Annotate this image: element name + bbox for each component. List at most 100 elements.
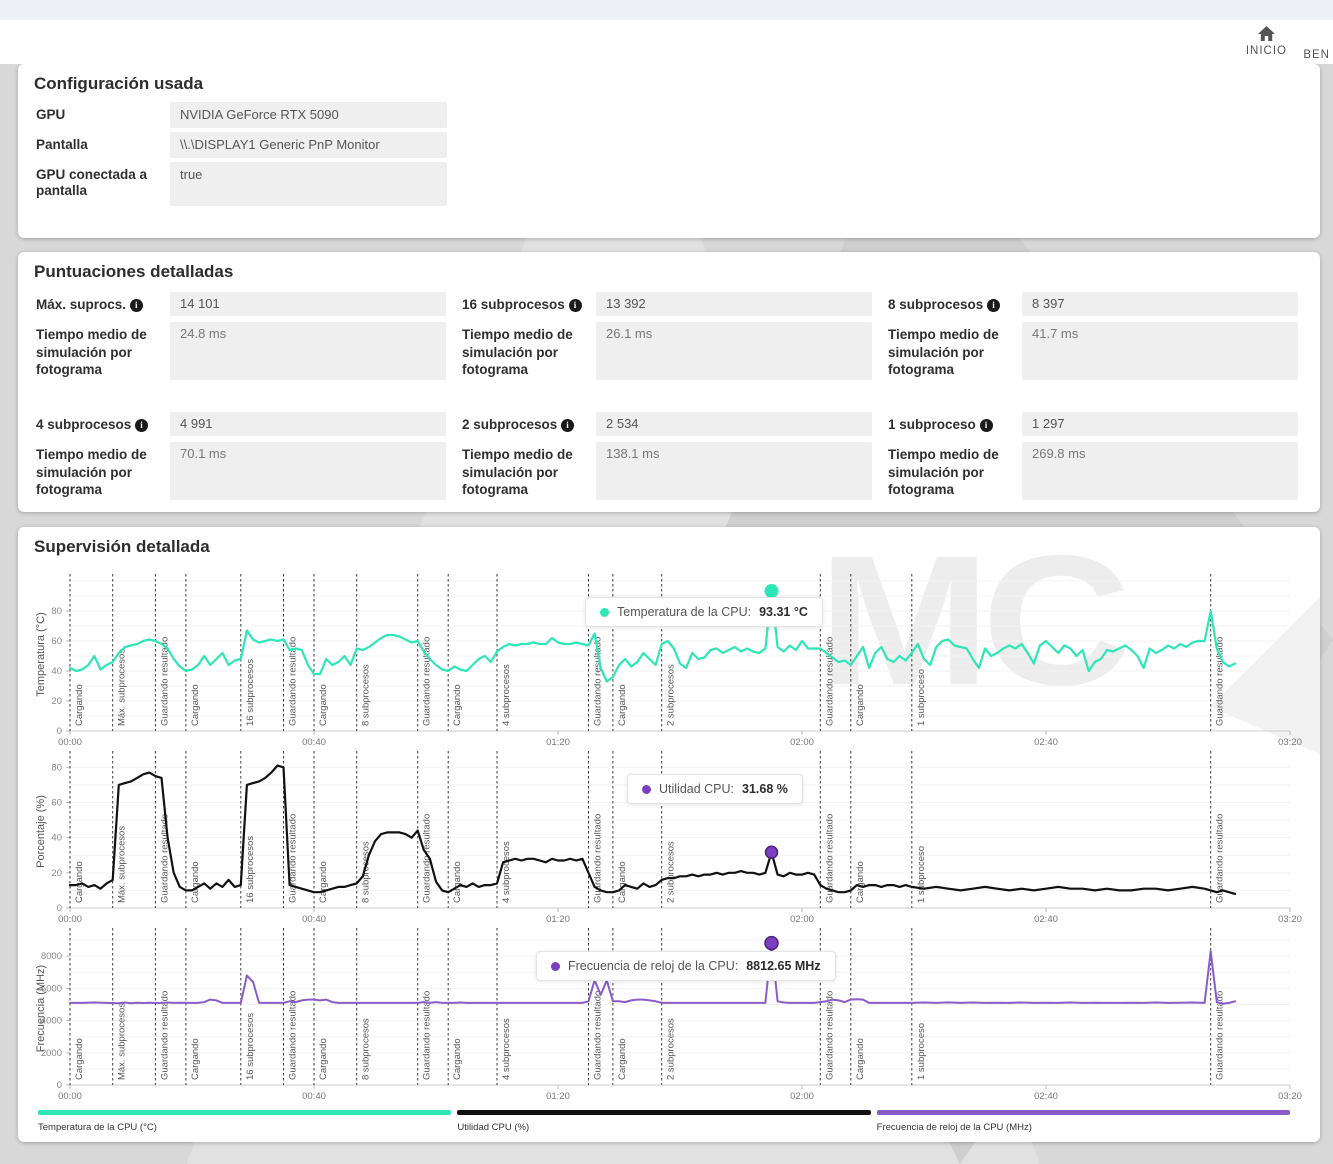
svg-text:40: 40 <box>51 833 62 844</box>
home-icon <box>1257 26 1275 41</box>
svg-text:Cargando: Cargando <box>74 684 85 726</box>
score-value: 4 991 <box>170 412 446 436</box>
frame-time-value: 70.1 ms <box>170 442 446 500</box>
score-row: 4 subprocesos i4 991 <box>36 412 446 436</box>
svg-text:16 subprocesos: 16 subprocesos <box>245 836 256 903</box>
svg-text:Máx. subprocesos: Máx. subprocesos <box>117 826 128 903</box>
config-row-display: Pantalla \\.\DISPLAY1 Generic PnP Monito… <box>36 132 447 158</box>
legend-label: Utilidad CPU (%) <box>457 1122 530 1133</box>
svg-text:0: 0 <box>57 903 62 914</box>
svg-text:Cargando: Cargando <box>452 684 463 726</box>
svg-text:00:40: 00:40 <box>302 914 326 925</box>
svg-text:03:20: 03:20 <box>1278 1091 1302 1102</box>
svg-text:8000: 8000 <box>41 951 62 962</box>
svg-text:Cargando: Cargando <box>855 861 866 903</box>
tooltip-value: 31.68 % <box>742 782 788 796</box>
svg-text:2 subprocesos: 2 subprocesos <box>666 664 677 726</box>
svg-text:Frecuencia (MHz): Frecuencia (MHz) <box>35 965 47 1052</box>
svg-text:60: 60 <box>51 636 62 647</box>
svg-text:Cargando: Cargando <box>617 684 628 726</box>
svg-text:2 subprocesos: 2 subprocesos <box>666 1018 677 1080</box>
purple-dot-icon <box>551 961 560 971</box>
frame-time-label: Tiempo medio de simulación por fotograma <box>36 447 147 498</box>
svg-text:03:20: 03:20 <box>1278 914 1302 925</box>
score-cell: Máx. suprocs. i 14 101 Tiempo medio de sim… <box>36 292 446 386</box>
info-icon[interactable]: i <box>979 419 993 432</box>
svg-text:Porcentaje (%): Porcentaje (%) <box>35 795 47 868</box>
svg-text:16 subprocesos: 16 subprocesos <box>245 1013 256 1080</box>
frame-time-label: Tiempo medio de simulación por fotograma <box>888 447 999 498</box>
legend-item-temperature[interactable]: Temperatura de la CPU (°C) <box>38 1110 452 1133</box>
frame-time-label: Tiempo medio de simulación por fotograma <box>462 447 573 498</box>
svg-text:Cargando: Cargando <box>452 1038 463 1080</box>
svg-text:Cargando: Cargando <box>74 1038 85 1080</box>
legend-label: Frecuencia de reloj de la CPU (MHz) <box>876 1122 1032 1133</box>
score-row: 2 subprocesos i2 534 <box>462 412 872 436</box>
svg-text:Guardando resultado: Guardando resultado <box>159 991 170 1080</box>
score-label: 4 subprocesos i <box>36 412 170 436</box>
svg-text:Cargando: Cargando <box>617 861 628 903</box>
legend-label: Temperatura de la CPU (°C) <box>38 1122 157 1133</box>
nav-benchmarks-link[interactable]: BEN <box>1303 49 1330 61</box>
svg-text:8 subprocesos: 8 subprocesos <box>361 1018 372 1080</box>
legend-bar <box>38 1110 452 1115</box>
score-label: 2 subprocesos i <box>462 412 596 436</box>
score-cell: 1 subproceso i1 297 Tiempo medio de simul… <box>888 412 1298 506</box>
svg-text:Cargando: Cargando <box>318 861 329 903</box>
svg-text:Guardando resultado: Guardando resultado <box>593 991 604 1080</box>
svg-text:02:00: 02:00 <box>790 914 814 925</box>
tooltip-label: Frecuencia de reloj de la CPU: <box>568 959 739 973</box>
svg-text:4 subprocesos: 4 subprocesos <box>501 841 512 903</box>
monitoring-title: Supervisión detallada <box>34 537 210 556</box>
frame-time-value: 41.7 ms <box>1022 322 1298 380</box>
svg-text:0: 0 <box>57 726 62 737</box>
svg-text:8 subprocesos: 8 subprocesos <box>361 664 372 726</box>
frame-time-value: 138.1 ms <box>596 442 872 500</box>
frequency-tooltip: Frecuencia de reloj de la CPU: 8812.65 M… <box>536 951 836 981</box>
svg-text:1 subproceso: 1 subproceso <box>916 1023 927 1080</box>
config-value: true <box>170 162 447 206</box>
svg-text:Guardando resultado: Guardando resultado <box>159 814 170 903</box>
config-row-gpu: GPU NVIDIA GeForce RTX 5090 <box>36 102 447 128</box>
svg-text:02:40: 02:40 <box>1034 1091 1058 1102</box>
svg-text:Cargando: Cargando <box>617 1038 628 1080</box>
score-label: 8 subprocesos i <box>888 292 1022 316</box>
info-icon[interactable]: i <box>561 419 575 432</box>
config-row-gpu-connected: GPU conectada a pantalla true <box>36 162 447 206</box>
svg-text:Guardando resultado: Guardando resultado <box>422 991 433 1080</box>
svg-text:20: 20 <box>51 696 62 707</box>
svg-text:Cargando: Cargando <box>74 861 85 903</box>
tooltip-label: Temperatura de la CPU: <box>617 605 752 619</box>
legend-bar <box>457 1110 871 1115</box>
info-icon[interactable]: i <box>129 299 143 312</box>
config-value: NVIDIA GeForce RTX 5090 <box>170 102 447 128</box>
nav-home-link[interactable]: INICIO <box>1246 26 1287 57</box>
score-value: 14 101 <box>170 292 446 316</box>
chart-legend: Temperatura de la CPU (°C) Utilidad CPU … <box>38 1110 1290 1133</box>
frame-time-label: Tiempo medio de simulación por fotograma <box>36 327 147 378</box>
utilization-tooltip: Utilidad CPU: 31.68 % <box>627 774 803 804</box>
svg-text:00:00: 00:00 <box>58 1091 82 1102</box>
score-cell: 2 subprocesos i2 534 Tiempo medio de simu… <box>462 412 872 506</box>
info-icon[interactable]: i <box>135 419 149 432</box>
score-cell: 8 subprocesos i8 397 Tiempo medio de simu… <box>888 292 1298 386</box>
svg-text:01:20: 01:20 <box>546 737 570 748</box>
frame-time-row: Tiempo medio de simulación por fotograma… <box>36 442 446 500</box>
score-row: 8 subprocesos i8 397 <box>888 292 1298 316</box>
svg-text:03:20: 03:20 <box>1278 737 1302 748</box>
tooltip-value: 8812.65 MHz <box>746 959 821 973</box>
svg-text:Máx. subprocesos: Máx. subprocesos <box>117 1003 128 1080</box>
info-icon[interactable]: i <box>568 299 582 312</box>
frame-time-value: 26.1 ms <box>596 322 872 380</box>
svg-text:00:40: 00:40 <box>302 1091 326 1102</box>
config-label: GPU <box>36 107 66 122</box>
purple-dot-icon <box>642 784 651 794</box>
legend-item-frequency[interactable]: Frecuencia de reloj de la CPU (MHz) <box>876 1110 1290 1133</box>
svg-text:00:00: 00:00 <box>58 914 82 925</box>
legend-item-utilization[interactable]: Utilidad CPU (%) <box>457 1110 871 1133</box>
frame-time-label: Tiempo medio de simulación por fotograma <box>462 327 573 378</box>
svg-text:Cargando: Cargando <box>855 684 866 726</box>
frame-time-label: Tiempo medio de simulación por fotograma <box>888 327 999 378</box>
score-label: 1 subproceso i <box>888 412 1022 436</box>
info-icon[interactable]: i <box>987 299 1001 312</box>
